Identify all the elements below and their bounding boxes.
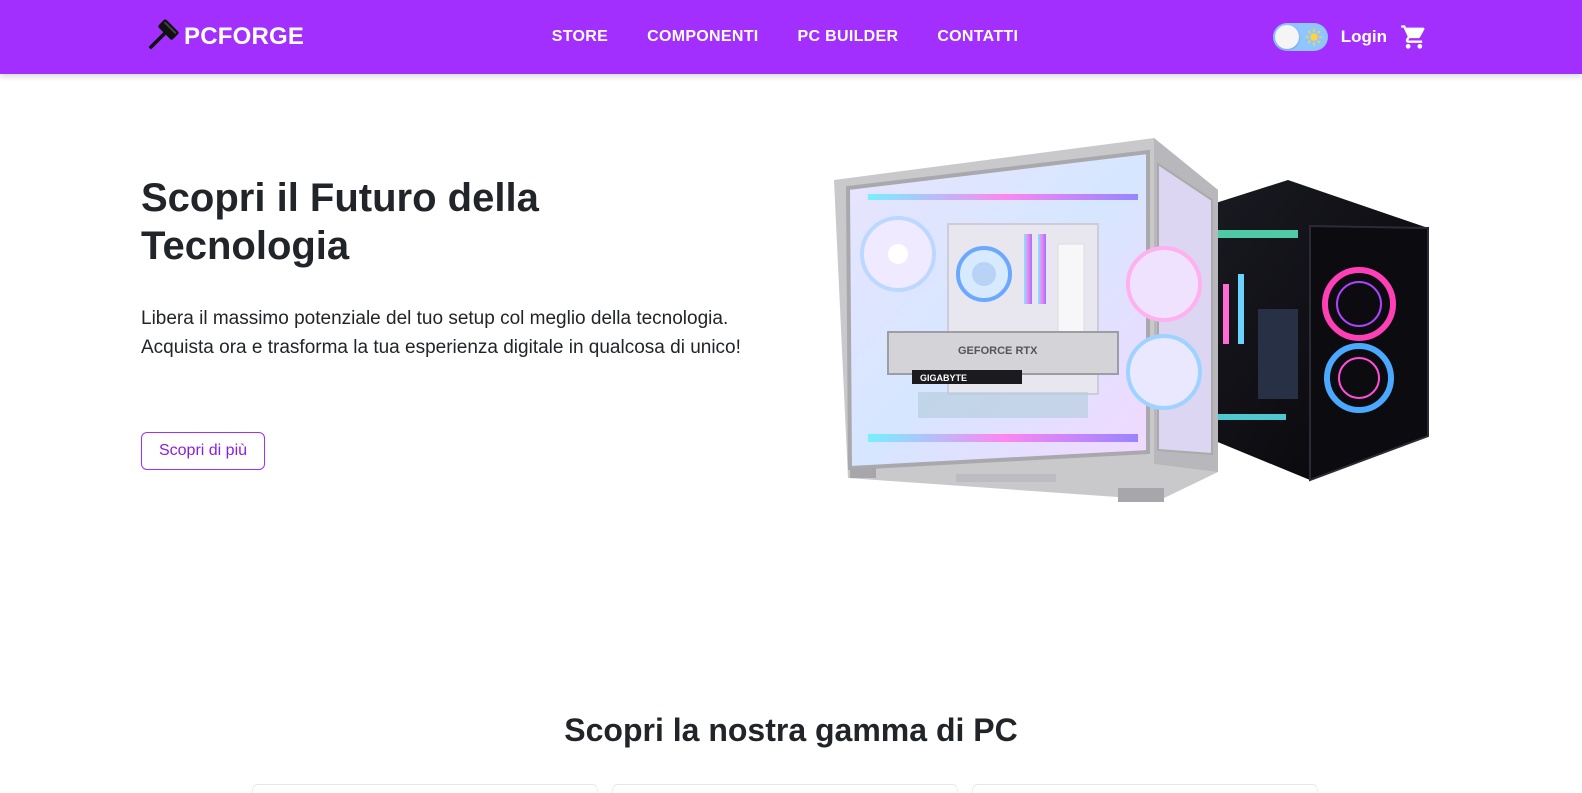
theme-toggle[interactable]	[1272, 23, 1328, 51]
top-navbar: PCFORGE STORE COMPONENTI PC BUILDER CONT…	[0, 0, 1582, 74]
gpu-model-label: GEFORCE RTX	[958, 345, 1038, 357]
login-link[interactable]: Login	[1341, 27, 1387, 47]
hero-description: Libera il massimo potenziale del tuo set…	[141, 308, 741, 358]
brand-name: PCFORGE	[184, 23, 305, 50]
sun-icon	[1305, 28, 1323, 46]
product-card[interactable]	[252, 784, 598, 793]
white-pc-case: GEFORCE RTX GIGABYTE	[834, 138, 1218, 502]
hammer-icon	[148, 19, 179, 50]
nav-link-store[interactable]: STORE	[552, 28, 608, 46]
brand-logo-link[interactable]: PCFORGE	[143, 19, 304, 55]
discover-more-button[interactable]: Scopri di più	[141, 432, 265, 470]
toggle-knob	[1274, 25, 1299, 49]
product-card[interactable]	[612, 784, 958, 793]
nav-link-pc-builder[interactable]: PC BUILDER	[798, 28, 899, 46]
product-card[interactable]	[972, 784, 1318, 793]
nav-link-componenti[interactable]: COMPONENTI	[647, 28, 758, 46]
nav-link-contatti[interactable]: CONTATTI	[937, 28, 1018, 46]
gpu-brand-label: GIGABYTE	[920, 373, 967, 383]
hero-title: Scopri il Futuro della Tecnologia	[141, 176, 539, 268]
products-section-title: Scopri la nostra gamma di PC	[564, 712, 1018, 748]
black-pc-case	[1200, 180, 1429, 482]
gaming-pc-image: GEFORCE RTX GIGABYTE	[834, 138, 1429, 502]
navbar-actions: Login	[1272, 22, 1428, 52]
cart-icon[interactable]	[1400, 23, 1428, 51]
